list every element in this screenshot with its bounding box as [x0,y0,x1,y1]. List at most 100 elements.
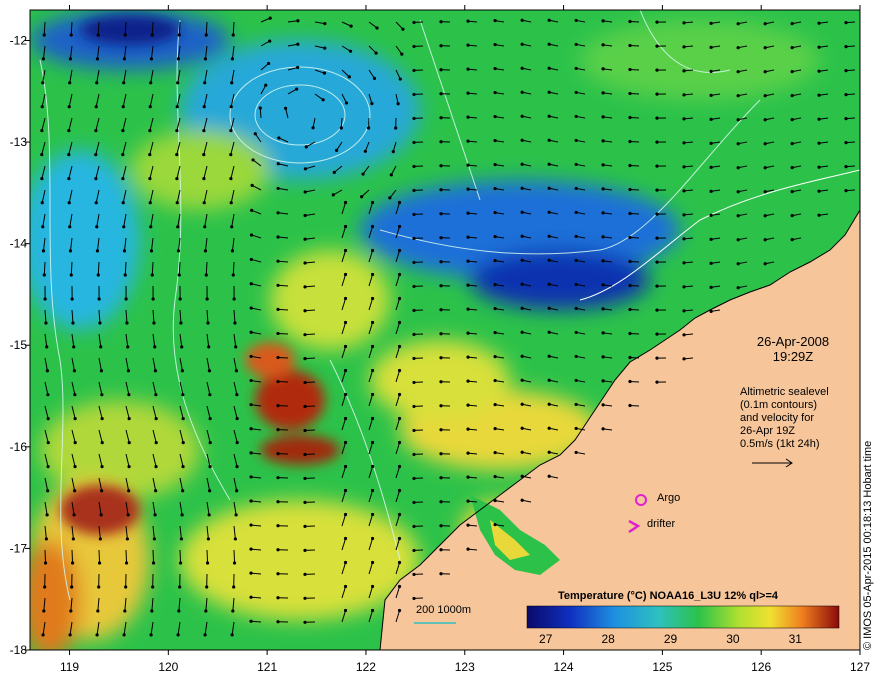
velocity-arrow-head [249,451,253,455]
velocity-arrow-head [121,177,125,181]
velocity-arrow-head [207,369,211,373]
velocity-arrow-head [398,77,402,81]
velocity-arrow-head [370,344,375,349]
velocity-arrow-head [547,258,551,262]
velocity-arrow-head [682,237,686,241]
velocity-arrow-head [574,66,578,71]
velocity-arrow-head [177,273,181,277]
velocity-arrow-head [370,101,374,106]
velocity-arrow-head [370,248,375,253]
velocity-arrow-head [790,118,794,122]
velocity-arrow-head [439,452,443,456]
altimetry-note: Altimetric sealevel (0.1m contours) and … [740,386,829,451]
velocity-arrow-head [655,92,659,96]
velocity-arrow-head [466,547,470,551]
velocity-arrow-head [574,426,578,431]
velocity-arrow-head [204,273,208,277]
velocity-arrow-head [276,235,280,239]
velocity-arrow-head [249,619,253,623]
velocity-arrow-head [370,440,375,445]
velocity-arrow-head [763,142,767,146]
velocity-arrow-head [154,489,158,493]
velocity-arrow-head [148,201,152,205]
velocity-arrow-head [844,189,848,193]
velocity-arrow-head [655,236,659,240]
velocity-arrow-head [250,208,254,212]
lat-tick-label: -15 [10,338,28,352]
velocity-arrow-head [844,93,848,97]
velocity-arrow-head [628,355,632,360]
velocity-arrow-head [790,46,794,50]
velocity-arrow-head [547,90,551,94]
velocity-arrow-head [67,105,71,109]
velocity-arrow-head [343,440,348,445]
velocity-arrow-head [397,608,402,613]
velocity-arrow-head [520,186,524,190]
velocity-arrow-head [303,285,307,289]
velocity-arrow-head [412,116,416,121]
velocity-arrow-head [276,500,280,504]
velocity-arrow-head [45,513,49,517]
velocity-arrow-head [628,163,632,168]
velocity-arrow-head [520,234,524,238]
velocity-arrow-head [466,163,470,167]
velocity-arrow-head [249,571,253,575]
velocity-arrow-head [412,308,416,313]
velocity-arrow-head [709,21,713,25]
velocity-arrow-head [295,87,299,91]
velocity-arrow-head [202,177,206,181]
velocity-arrow-head [152,321,156,325]
velocity-arrow-head [397,440,402,445]
velocity-arrow-head [249,354,253,359]
velocity-arrow-head [574,450,578,455]
velocity-arrow-head [153,513,157,517]
velocity-arrow-head [439,524,443,528]
velocity-arrow-head [466,115,470,119]
velocity-arrow-head [303,213,307,218]
velocity-arrow-head [98,537,102,541]
velocity-arrow-head [296,65,300,70]
velocity-arrow-head [412,356,416,361]
velocity-arrow-head [229,152,233,157]
velocity-arrow-head [68,225,72,229]
velocity-arrow-head [547,330,551,334]
velocity-arrow-head [343,248,348,253]
velocity-arrow-head [397,464,402,469]
velocity-arrow-head [397,416,402,421]
velocity-arrow-head [100,417,104,421]
altimetry-line: Altimetric sealevel [740,386,829,398]
velocity-arrow-head [175,201,179,205]
velocity-arrow-head [370,512,375,517]
velocity-arrow-head [283,106,288,110]
velocity-arrow-head [332,170,336,174]
colorbar-tick-label: 30 [726,632,740,646]
velocity-arrow-head [655,308,659,312]
velocity-arrow-head [628,19,632,24]
velocity-arrow-head [412,572,416,577]
velocity-arrow-head [276,211,280,215]
velocity-arrow-head [682,141,686,145]
velocity-arrow-head [231,273,235,277]
altimetry-line: (0.1m contours) [740,399,818,411]
velocity-arrow-head [268,39,272,43]
velocity-arrow-head [181,440,185,445]
velocity-arrow-head [439,92,443,96]
velocity-arrow-head [466,475,470,479]
velocity-arrow-head [547,66,551,70]
velocity-arrow-head [520,258,524,262]
velocity-arrow-head [817,165,821,169]
velocity-arrow-head [176,633,180,637]
velocity-arrow-head [628,403,632,408]
velocity-arrow-head [682,45,686,49]
velocity-arrow-head [389,173,393,177]
velocity-arrow-head [41,225,45,229]
velocity-arrow-head [547,378,551,382]
velocity-arrow-head [343,344,348,349]
velocity-arrow-head [397,248,402,253]
velocity-arrow-head [709,189,713,193]
drifter-label: drifter [647,518,676,530]
velocity-arrow-head [397,488,402,493]
isobath-label: 200 1000m [416,604,472,616]
velocity-arrow-head [655,356,659,360]
velocity-arrow-head [249,523,253,527]
